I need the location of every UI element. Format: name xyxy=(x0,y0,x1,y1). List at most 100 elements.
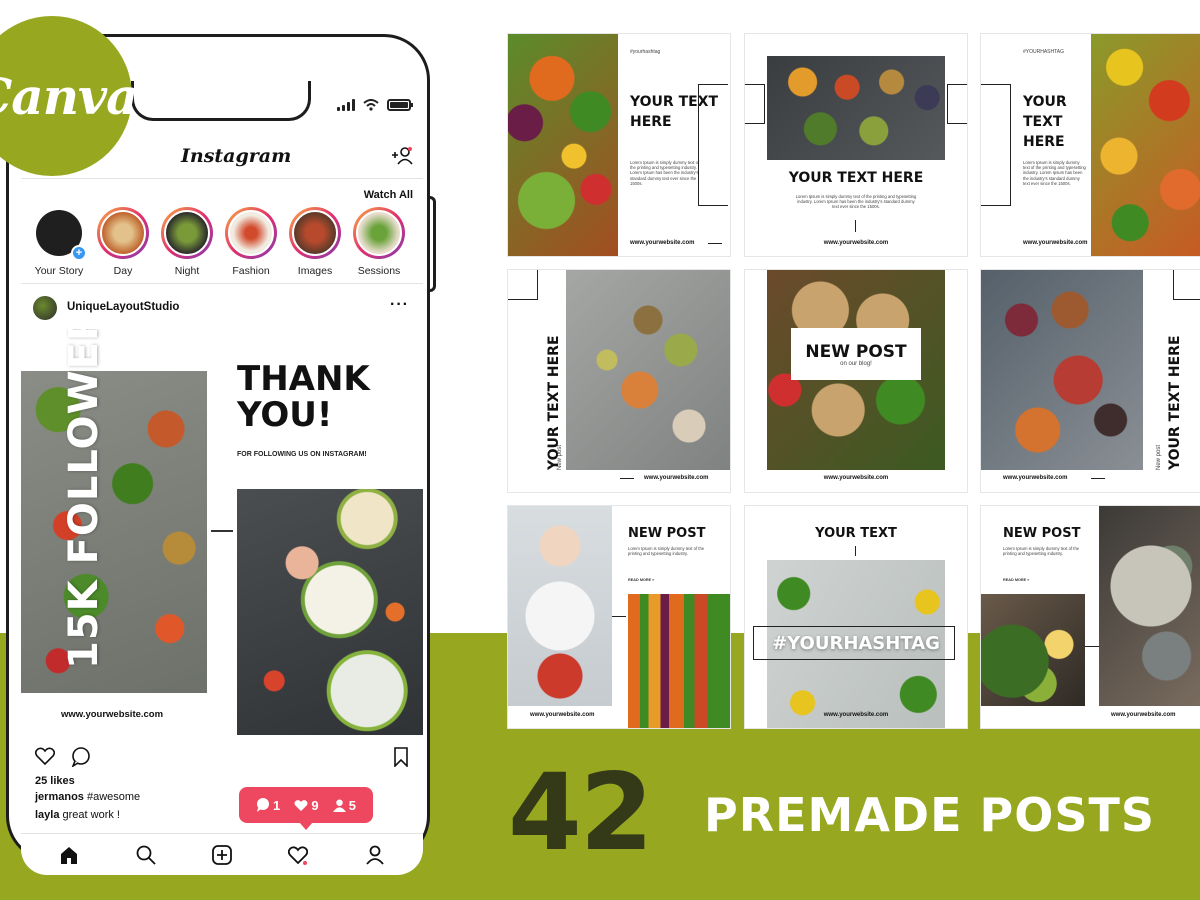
followers-text: 15K FOLLOWERS xyxy=(61,329,107,669)
tile-website: www.yourwebsite.com xyxy=(1003,475,1068,481)
story-label: Day xyxy=(113,265,133,277)
tile-website: www.yourwebsite.com xyxy=(530,712,595,718)
divider xyxy=(855,546,856,556)
activity-notification[interactable]: 1 9 5 xyxy=(239,787,373,830)
food-story-icon xyxy=(228,210,274,256)
canva-logo-text: Canva xyxy=(0,66,139,126)
template-tile[interactable]: #YOURHASHTAG YOUR TEXT HERE Lorem Ipsum … xyxy=(981,34,1200,256)
add-user-icon[interactable] xyxy=(391,147,413,165)
comment-row: jermanos #awesome xyxy=(35,791,140,803)
story-ring xyxy=(225,207,277,259)
wifi-icon xyxy=(363,99,379,111)
carrots-photo xyxy=(628,594,730,728)
notification-count: 1 xyxy=(273,797,281,813)
story-fashion[interactable]: Fashion xyxy=(223,207,279,283)
read-more-link[interactable]: READ MORE » xyxy=(628,578,654,582)
person-icon xyxy=(332,798,346,812)
food-story-icon xyxy=(164,210,210,256)
tile-subtitle: New post xyxy=(1156,444,1162,470)
story-images[interactable]: Images xyxy=(287,207,343,283)
avatar[interactable] xyxy=(33,296,57,320)
tile-hashtag: #YOURHASHTAG xyxy=(1023,49,1065,55)
bookmark-icon[interactable] xyxy=(393,747,409,767)
heart-icon xyxy=(294,799,308,811)
food-photo xyxy=(237,489,423,735)
tile-body: Lorem Ipsum is simply dummy text of the … xyxy=(630,160,700,186)
divider xyxy=(855,220,856,232)
post-username[interactable]: UniqueLayoutStudio xyxy=(67,301,179,313)
divider xyxy=(1091,478,1105,479)
template-tile[interactable]: #yourhashtag YOUR TEXT HERE Lorem Ipsum … xyxy=(508,34,730,256)
more-options-icon[interactable]: ··· xyxy=(390,296,409,314)
frame-line xyxy=(1173,270,1200,300)
notification-follows: 5 xyxy=(332,797,356,813)
profile-icon[interactable] xyxy=(365,845,385,865)
divider xyxy=(211,530,233,532)
template-tile[interactable]: YOUR TEXT HERE New post www.yourwebsite.… xyxy=(508,270,730,492)
tile-body: Lorem Ipsum is simply dummy text of the … xyxy=(1003,546,1080,557)
template-tile[interactable]: NEW POST Lorem Ipsum is simply dummy tex… xyxy=(508,506,730,728)
eggs-dish-photo xyxy=(981,594,1085,706)
comment-row: layla great work ! xyxy=(35,809,120,821)
comment-text: great work ! xyxy=(59,809,120,821)
website-text: www.yourwebsite.com xyxy=(61,709,164,720)
like-icon[interactable] xyxy=(35,747,55,765)
template-tile[interactable]: YOUR TEXT HERE Lorem Ipsum is simply dum… xyxy=(745,34,967,256)
story-day[interactable]: Day xyxy=(95,207,151,283)
add-post-icon[interactable] xyxy=(212,844,232,865)
spices-photo xyxy=(767,56,945,160)
tile-title: NEW POST xyxy=(1003,526,1081,541)
story-your-story[interactable]: + Your Story xyxy=(31,207,87,283)
post-count: 42 xyxy=(508,751,654,874)
story-label: Fashion xyxy=(232,265,270,277)
tile-website: www.yourwebsite.com xyxy=(644,475,709,481)
meat-fish-photo xyxy=(981,270,1143,470)
post-actions xyxy=(21,735,423,775)
avatar: + xyxy=(33,207,87,261)
peppers-photo xyxy=(1091,34,1200,256)
story-label: Sessions xyxy=(357,265,401,277)
instagram-screen: Instagram Watch All + Your Story Day Nig… xyxy=(21,85,423,875)
post-image[interactable]: 15K FOLLOWERS THANK YOU! FOR FOLLOWING U… xyxy=(21,329,423,735)
tile-website: www.yourwebsite.com xyxy=(630,240,695,246)
comment-bubble-icon xyxy=(257,798,270,812)
divider xyxy=(620,478,634,479)
battery-icon xyxy=(387,99,413,111)
tile-title: YOUR TEXT xyxy=(815,526,897,541)
template-tile[interactable]: NEW POST on our blog! www.yourwebsite.co… xyxy=(745,270,967,492)
frame-line xyxy=(745,84,765,124)
story-ring xyxy=(353,207,405,259)
story-ring xyxy=(289,207,341,259)
activity-indicator-dot xyxy=(303,861,307,865)
phone-notch xyxy=(131,81,311,121)
divider xyxy=(612,616,626,617)
home-icon[interactable] xyxy=(59,845,79,865)
comment-user[interactable]: jermanos xyxy=(35,791,84,803)
status-bar xyxy=(337,99,413,111)
food-story-icon xyxy=(356,210,402,256)
notification-count: 5 xyxy=(348,797,356,813)
thank-you-subtext: FOR FOLLOWING US ON INSTAGRAM! xyxy=(237,451,367,458)
add-story-icon[interactable]: + xyxy=(71,245,87,261)
story-label: Your Story xyxy=(34,265,84,277)
story-sessions[interactable]: Sessions xyxy=(351,207,407,283)
watch-all-link[interactable]: Watch All xyxy=(364,189,413,201)
tile-website: www.yourwebsite.com xyxy=(823,240,889,246)
comment-user[interactable]: layla xyxy=(35,809,59,821)
story-night[interactable]: Night xyxy=(159,207,215,283)
vegetables-photo xyxy=(508,34,618,256)
likes-count[interactable]: 25 likes xyxy=(35,775,75,787)
template-tile[interactable]: YOUR TEXT HERE New post www.yourwebsite.… xyxy=(981,270,1200,492)
read-more-link[interactable]: READ MORE » xyxy=(1003,578,1029,582)
template-tile[interactable]: NEW POST Lorem Ipsum is simply dummy tex… xyxy=(981,506,1200,728)
tile-website: www.yourwebsite.com xyxy=(1111,712,1176,718)
tile-body: Lorem Ipsum is simply dummy text of the … xyxy=(628,546,705,557)
search-icon[interactable] xyxy=(136,845,156,865)
frame-line xyxy=(981,84,1011,206)
tile-title: NEW POST xyxy=(805,342,907,362)
tile-subtitle: New post xyxy=(557,444,563,470)
comment-icon[interactable] xyxy=(71,747,91,767)
template-tile[interactable]: YOUR TEXT #YOURHASHTAG www.yourwebsite.c… xyxy=(745,506,967,728)
tile-website: www.yourwebsite.com xyxy=(1023,240,1088,246)
divider xyxy=(1085,646,1099,647)
